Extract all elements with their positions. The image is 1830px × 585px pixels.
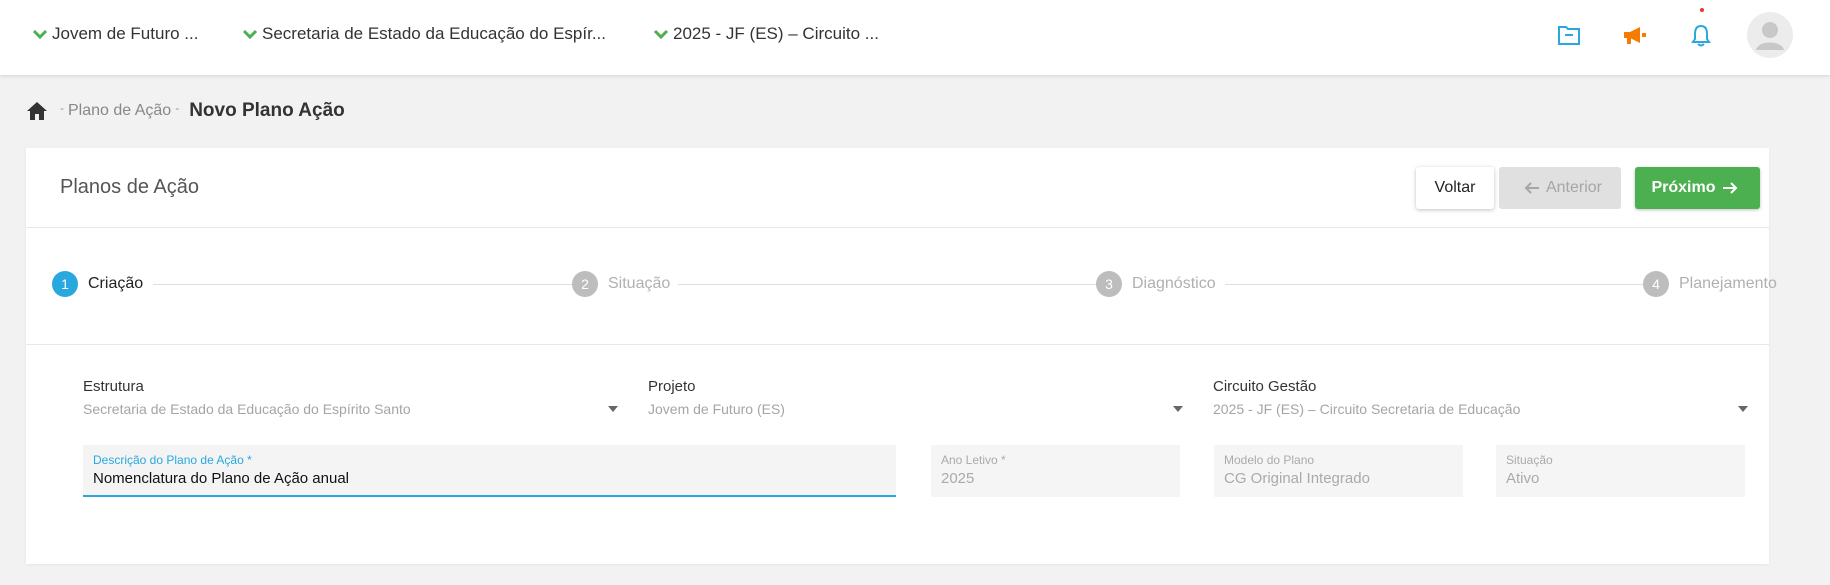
back-button-label: Voltar bbox=[1434, 179, 1476, 196]
ano-letivo-label: Ano Letivo * bbox=[941, 453, 1006, 467]
context-selector-structure[interactable]: Secretaria de Estado da Educação do Espí… bbox=[242, 24, 606, 44]
top-bar: Jovem de Futuro ... Secretaria de Estado… bbox=[0, 0, 1830, 75]
previous-button-label: Anterior bbox=[1545, 179, 1603, 196]
card-title: Planos de Ação bbox=[60, 176, 199, 198]
context-selector-program[interactable]: Jovem de Futuro ... bbox=[32, 24, 198, 44]
breadcrumb: - Plano de Ação - Novo Plano Ação bbox=[26, 98, 345, 124]
context-structure-label: Secretaria de Estado da Educação do Espí… bbox=[262, 24, 606, 43]
step-connector bbox=[678, 284, 1113, 285]
step-diagnostico[interactable]: 3 Diagnóstico bbox=[1096, 271, 1216, 297]
context-program-label: Jovem de Futuro ... bbox=[52, 24, 199, 43]
stepper-divider bbox=[26, 344, 1769, 345]
step-situacao[interactable]: 2 Situação bbox=[572, 271, 670, 297]
descricao-field[interactable]: Descrição do Plano de Ação * Nomenclatur… bbox=[83, 445, 896, 497]
header-divider bbox=[26, 227, 1769, 228]
breadcrumb-separator: - bbox=[60, 101, 64, 115]
breadcrumb-separator: - bbox=[175, 101, 180, 115]
projeto-select[interactable]: Projeto Jovem de Futuro (ES) bbox=[648, 378, 1183, 417]
chevron-down-icon bbox=[242, 29, 258, 40]
step-number: 4 bbox=[1643, 271, 1669, 297]
previous-button[interactable]: Anterior bbox=[1499, 167, 1621, 209]
notification-dot bbox=[1700, 8, 1704, 12]
home-icon[interactable] bbox=[26, 101, 48, 121]
circuito-label: Circuito Gestão bbox=[1213, 378, 1317, 395]
step-label: Planejamento bbox=[1679, 275, 1777, 292]
step-connector bbox=[153, 284, 588, 285]
arrow-left-icon bbox=[1524, 182, 1539, 194]
step-planejamento[interactable]: 4 Planejamento bbox=[1643, 271, 1777, 297]
dropdown-arrow-icon bbox=[1173, 406, 1183, 412]
modelo-plano-field: Modelo do Plano CG Original Integrado bbox=[1214, 445, 1463, 497]
step-label: Situação bbox=[608, 275, 671, 292]
megaphone-icon[interactable] bbox=[1620, 20, 1650, 50]
next-button[interactable]: Próximo bbox=[1635, 167, 1760, 209]
estrutura-label: Estrutura bbox=[83, 378, 144, 395]
step-label: Diagnóstico bbox=[1132, 275, 1216, 292]
step-label: Criação bbox=[88, 275, 144, 292]
circuito-value: 2025 - JF (ES) – Circuito Secretaria de … bbox=[1213, 401, 1521, 417]
situacao-value: Ativo bbox=[1506, 470, 1540, 487]
step-criacao[interactable]: 1 Criação bbox=[52, 271, 143, 297]
projeto-label: Projeto bbox=[648, 378, 696, 395]
circuito-select[interactable]: Circuito Gestão 2025 - JF (ES) – Circuit… bbox=[1213, 378, 1748, 417]
ano-letivo-value: 2025 bbox=[941, 470, 975, 487]
descricao-label: Descrição do Plano de Ação * bbox=[93, 453, 252, 467]
bell-icon[interactable] bbox=[1686, 20, 1716, 50]
ano-letivo-field: Ano Letivo * 2025 bbox=[931, 445, 1180, 497]
projeto-value: Jovem de Futuro (ES) bbox=[648, 401, 785, 417]
arrow-right-icon bbox=[1722, 182, 1737, 194]
step-number: 2 bbox=[572, 271, 598, 297]
situacao-label: Situação bbox=[1506, 453, 1553, 467]
dropdown-arrow-icon bbox=[608, 406, 618, 412]
step-number: 1 bbox=[52, 271, 78, 297]
modelo-plano-value: CG Original Integrado bbox=[1224, 470, 1370, 487]
page-title: Novo Plano Ação bbox=[189, 100, 345, 121]
descricao-input[interactable]: Nomenclatura do Plano de Ação anual bbox=[93, 470, 886, 487]
folder-icon[interactable] bbox=[1554, 20, 1584, 50]
context-selector-circuit[interactable]: 2025 - JF (ES) – Circuito ... bbox=[653, 24, 879, 44]
chevron-down-icon bbox=[653, 29, 669, 40]
dropdown-arrow-icon bbox=[1738, 406, 1748, 412]
next-button-label: Próximo bbox=[1651, 179, 1716, 196]
situacao-field: Situação Ativo bbox=[1496, 445, 1745, 497]
estrutura-select[interactable]: Estrutura Secretaria de Estado da Educaç… bbox=[83, 378, 618, 417]
step-connector bbox=[1225, 284, 1653, 285]
back-button[interactable]: Voltar bbox=[1416, 167, 1494, 209]
step-number: 3 bbox=[1096, 271, 1122, 297]
plan-card: Planos de Ação Voltar Anterior Próximo 1… bbox=[26, 148, 1777, 564]
breadcrumb-link-plano[interactable]: Plano de Ação bbox=[68, 102, 171, 120]
estrutura-value: Secretaria de Estado da Educação do Espí… bbox=[83, 401, 411, 417]
chevron-down-icon bbox=[32, 29, 48, 40]
modelo-plano-label: Modelo do Plano bbox=[1224, 453, 1315, 467]
context-circuit-label: 2025 - JF (ES) – Circuito ... bbox=[673, 24, 879, 43]
user-avatar-icon[interactable] bbox=[1747, 12, 1793, 58]
